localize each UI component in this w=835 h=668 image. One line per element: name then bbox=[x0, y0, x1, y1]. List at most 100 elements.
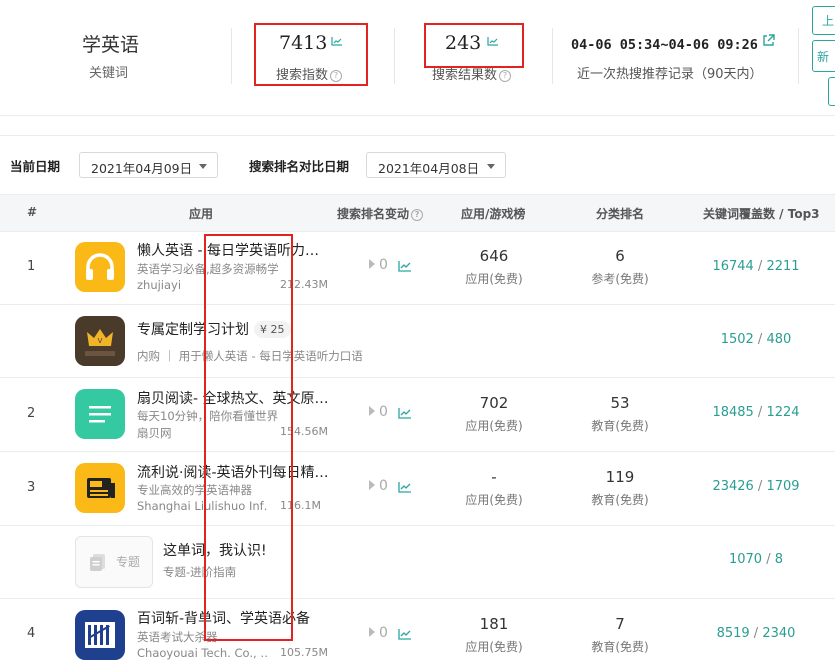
side-button-new-label: 新 bbox=[817, 50, 830, 64]
current-date-dropdown[interactable]: 2021年04月09日 bbox=[79, 152, 218, 178]
rank-change: 0 bbox=[369, 478, 388, 494]
current-date-label: 当前日期 bbox=[10, 159, 61, 174]
separator: / bbox=[753, 259, 767, 274]
coverage-count: 1502 bbox=[720, 332, 754, 347]
trend-chart-icon[interactable] bbox=[398, 407, 412, 419]
current-date-value: 2021年04月09日 bbox=[91, 161, 193, 176]
compare-date-label: 搜索排名对比日期 bbox=[249, 159, 350, 174]
category-rank: 6 bbox=[615, 247, 625, 265]
table-row[interactable]: 2 扇贝阅读- 全球热文、英文原… 每天10分钟，陪你看懂世界 扇贝网 154.… bbox=[0, 378, 835, 452]
col-rank-change[interactable]: 搜索排名变动? bbox=[337, 205, 424, 222]
play-icon bbox=[369, 259, 375, 269]
caret-down-icon bbox=[487, 164, 495, 169]
table-row[interactable]: 4 百词斩-背单词、学英语必备 英语考试大杀器 Chaoyouai Tech. … bbox=[0, 599, 835, 668]
table-row[interactable]: 3 流利说·阅读-英语外刊每日精… 专业高效的学英语神器 Shanghai Li… bbox=[0, 452, 835, 526]
divider bbox=[552, 28, 553, 84]
play-icon bbox=[369, 627, 375, 637]
coverage-count: 1070 bbox=[728, 552, 763, 567]
separator: / bbox=[753, 332, 767, 347]
coverage-count: 18485 bbox=[712, 405, 754, 420]
keyword-coverage[interactable]: 23426 / 1709 bbox=[686, 479, 826, 494]
table-row[interactable]: 专题 这单词，我认识! 专题-进阶指南 1070 / 8 bbox=[0, 526, 835, 599]
top3-count: 1709 bbox=[766, 479, 800, 494]
rank-change: 0 bbox=[369, 404, 388, 420]
app-chart-type: 应用(免费) bbox=[465, 419, 523, 433]
side-button-lower[interactable] bbox=[828, 77, 835, 106]
row-rank: 3 bbox=[27, 480, 36, 495]
top3-count: 8 bbox=[774, 552, 784, 567]
divider bbox=[394, 28, 395, 84]
side-button-upper[interactable]: 上 bbox=[812, 6, 835, 35]
category-type: 参考(免费) bbox=[591, 272, 649, 286]
keyword-coverage[interactable]: 1502 / 480 bbox=[686, 332, 826, 347]
app-chart-type: 应用(免费) bbox=[465, 493, 523, 507]
play-icon bbox=[369, 480, 375, 490]
row-rank: 4 bbox=[27, 626, 36, 641]
highlight-box bbox=[204, 234, 293, 641]
rank-change-value: 0 bbox=[379, 257, 388, 273]
rank-change: 0 bbox=[369, 625, 388, 641]
topic-icon-label: 专题 bbox=[116, 555, 141, 569]
highlight-box bbox=[424, 23, 524, 68]
col-app-chart: 应用/游戏榜 bbox=[461, 207, 526, 221]
top3-count: 2211 bbox=[766, 259, 800, 274]
col-rank-change-text: 搜索排名变动 bbox=[337, 207, 410, 221]
compare-date-dropdown[interactable]: 2021年04月08日 bbox=[366, 152, 506, 178]
divider bbox=[798, 28, 799, 84]
play-icon bbox=[369, 406, 375, 416]
divider bbox=[231, 28, 232, 84]
help-icon[interactable]: ? bbox=[411, 209, 424, 221]
trend-chart-icon[interactable] bbox=[398, 260, 412, 272]
separator: / bbox=[753, 405, 767, 420]
trend-chart-icon[interactable] bbox=[398, 481, 412, 493]
rank-change-value: 0 bbox=[379, 478, 388, 494]
headphones-icon[interactable] bbox=[75, 242, 125, 292]
col-category-rank: 分类排名 bbox=[596, 207, 645, 221]
keyword-coverage[interactable]: 1070 / 8 bbox=[686, 552, 826, 567]
help-icon[interactable]: ? bbox=[499, 70, 512, 82]
category-rank: 7 bbox=[615, 615, 625, 633]
hot-search-label: 近一次热搜推荐记录（90天内） bbox=[577, 67, 763, 82]
trend-chart-icon[interactable] bbox=[398, 628, 412, 640]
separator: / bbox=[753, 479, 767, 494]
keyword-title: 学英语 bbox=[82, 34, 140, 56]
app-chart-rank: 181 bbox=[479, 615, 509, 633]
caret-down-icon bbox=[199, 164, 207, 169]
crown-icon[interactable]: V bbox=[75, 316, 125, 366]
keyword-header: 学英语 关键词 7413 搜索指数? 243 搜索结果数? 04-06 05:3… bbox=[0, 0, 835, 115]
category-type: 教育(免费) bbox=[591, 640, 649, 654]
keyword-coverage[interactable]: 8519 / 2340 bbox=[686, 626, 826, 641]
bars-icon[interactable] bbox=[75, 610, 125, 660]
category-rank: 119 bbox=[605, 468, 635, 486]
table-row[interactable]: 1 懒人英语 - 每日学英语听力… 英语学习必备,超多资源畅学 zhujiayi… bbox=[0, 231, 835, 305]
coverage-count: 8519 bbox=[716, 626, 750, 641]
external-link-icon[interactable] bbox=[762, 34, 775, 47]
list-lines-icon[interactable] bbox=[75, 389, 125, 439]
newspaper-icon[interactable] bbox=[75, 463, 125, 513]
app-chart-type: 应用(免费) bbox=[465, 272, 523, 286]
side-button-upper-label: 上 bbox=[822, 14, 835, 28]
category-type: 教育(免费) bbox=[591, 419, 649, 433]
category-type: 教育(免费) bbox=[591, 493, 649, 507]
separator: / bbox=[749, 626, 763, 641]
section-divider bbox=[0, 135, 835, 136]
keyword-coverage[interactable]: 16744 / 2211 bbox=[686, 259, 826, 274]
table-header: # 应用 搜索排名变动? 应用/游戏榜 分类排名 关键词覆盖数 / Top3 bbox=[0, 194, 835, 232]
category-rank: 53 bbox=[610, 394, 630, 412]
app-size: 105.75M bbox=[280, 646, 328, 659]
hot-search-time-range: 04-06 05:34~04-06 09:26 bbox=[571, 37, 758, 53]
app-chart-rank: 702 bbox=[479, 394, 509, 412]
col-keyword-coverage: 关键词覆盖数 / Top3 bbox=[703, 207, 820, 221]
keyword-label: 关键词 bbox=[89, 66, 129, 81]
highlight-box bbox=[254, 23, 368, 86]
top3-count: 2340 bbox=[762, 626, 796, 641]
top3-count: 1224 bbox=[766, 405, 800, 420]
row-rank: 2 bbox=[27, 406, 36, 421]
rank-change: 0 bbox=[369, 257, 388, 273]
side-button-new[interactable]: 新 bbox=[812, 40, 835, 72]
keyword-coverage[interactable]: 18485 / 1224 bbox=[686, 405, 826, 420]
topic-icon[interactable]: 专题 bbox=[75, 536, 153, 588]
rank-change-value: 0 bbox=[379, 625, 388, 641]
table-row[interactable]: V 专属定制学习计划 ¥ 25 内购 ｜ 用于懒人英语 - 每日学英语听力口语 1… bbox=[0, 305, 835, 378]
section-divider bbox=[0, 115, 835, 116]
